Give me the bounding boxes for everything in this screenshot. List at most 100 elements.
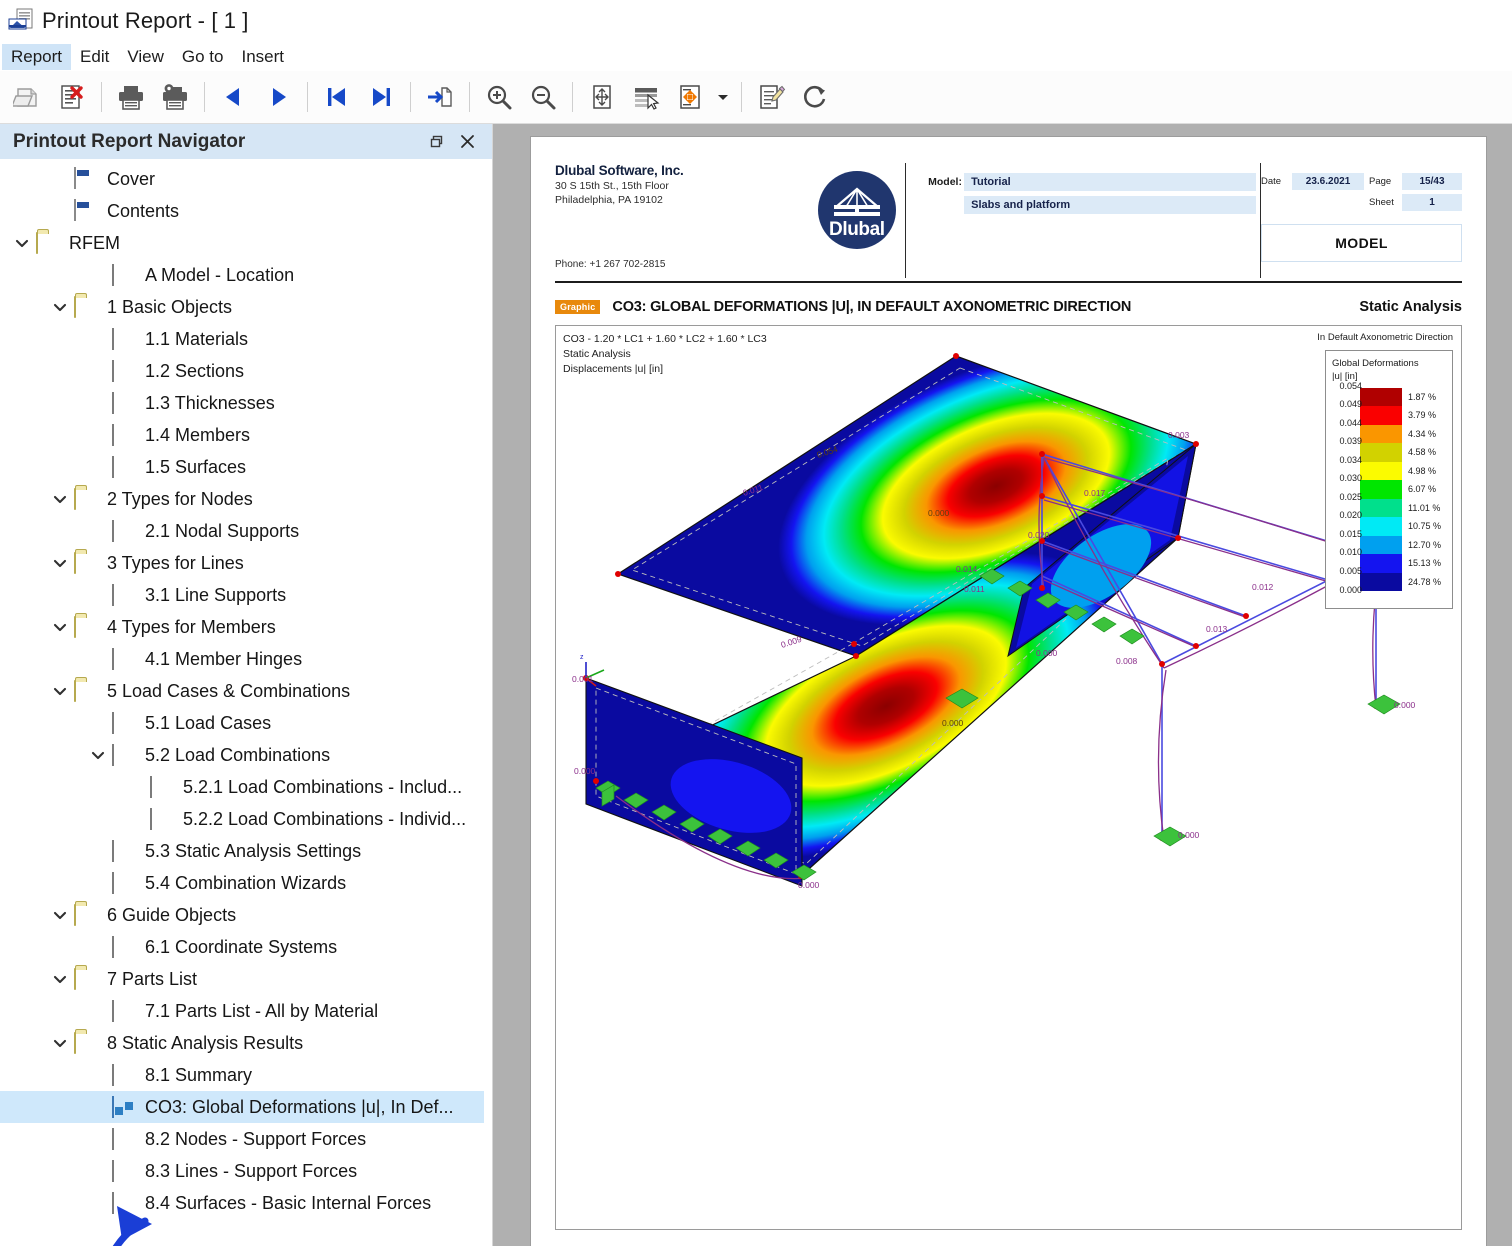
move-object-icon[interactable] xyxy=(668,75,712,119)
tree-item[interactable]: 8.3 Lines - Support Forces xyxy=(0,1155,492,1187)
menu-item-view[interactable]: View xyxy=(118,44,173,70)
tree-item[interactable]: 1.3 Thicknesses xyxy=(0,387,492,419)
tree-item-label: 2.1 Nodal Supports xyxy=(145,521,300,541)
navigator-tree[interactable]: Cover Contents RFEM A Model - Location 1 Bas… xyxy=(0,159,492,1246)
tree-item[interactable]: 2 Types for Nodes xyxy=(0,483,492,515)
tree-item[interactable]: 3.1 Line Supports xyxy=(0,579,492,611)
tree-item[interactable]: 8 Static Analysis Results xyxy=(0,1027,492,1059)
legend-color-swatch xyxy=(1360,572,1402,592)
print-settings-icon[interactable] xyxy=(153,75,197,119)
tree-item-label: 5.2 Load Combinations xyxy=(145,745,331,765)
tree-item[interactable]: 6 Guide Objects xyxy=(0,899,492,931)
legend-percent-label: 10.75 % xyxy=(1408,521,1442,532)
tree-item[interactable]: 8.4 Surfaces - Basic Internal Forces xyxy=(0,1187,492,1219)
report-header: Dlubal Software, Inc. 30 S 15th St., 15t… xyxy=(555,163,1463,278)
restore-window-icon[interactable] xyxy=(422,128,452,156)
tree-item[interactable]: 1.2 Sections xyxy=(0,355,492,387)
window-title: Printout Report - [ 1 ] xyxy=(42,8,249,33)
table-icon xyxy=(112,1192,136,1214)
expand-collapse-chevron-icon[interactable] xyxy=(46,491,74,507)
folder-icon xyxy=(74,904,98,926)
table-icon xyxy=(112,936,136,958)
svg-text:0.000: 0.000 xyxy=(798,880,820,890)
select-rows-icon[interactable] xyxy=(624,75,668,119)
tree-item[interactable]: 7.1 Parts List - All by Material xyxy=(0,995,492,1027)
go-to-page-icon[interactable] xyxy=(418,75,462,119)
tree-item[interactable]: 5.4 Combination Wizards xyxy=(0,867,492,899)
expand-collapse-chevron-icon[interactable] xyxy=(46,683,74,699)
first-page-icon[interactable] xyxy=(315,75,359,119)
previous-page-icon[interactable] xyxy=(212,75,256,119)
menu-item-report[interactable]: Report xyxy=(2,43,72,70)
tree-item[interactable]: 7 Parts List xyxy=(0,963,492,995)
tree-item[interactable]: 1 Basic Objects xyxy=(0,291,492,323)
expand-collapse-chevron-icon[interactable] xyxy=(46,619,74,635)
tree-item[interactable]: 5.2 Load Combinations xyxy=(0,739,492,771)
legend-color-swatch xyxy=(1360,443,1402,462)
tree-item[interactable]: Cover xyxy=(0,163,492,195)
expand-collapse-chevron-icon[interactable] xyxy=(46,1035,74,1051)
report-page: Dlubal Software, Inc. 30 S 15th St., 15t… xyxy=(531,137,1486,1246)
folder-icon xyxy=(36,232,60,254)
next-page-icon[interactable] xyxy=(256,75,300,119)
tree-item[interactable]: 2.1 Nodal Supports xyxy=(0,515,492,547)
tree-item[interactable]: 3 Types for Lines xyxy=(0,547,492,579)
expand-collapse-chevron-icon[interactable] xyxy=(46,555,74,571)
company-name: Dlubal Software, Inc. xyxy=(555,163,684,178)
tree-item[interactable]: 6.1 Coordinate Systems xyxy=(0,931,492,963)
tree-item[interactable]: Contents xyxy=(0,195,492,227)
fit-page-icon[interactable] xyxy=(580,75,624,119)
navigator-header: Printout Report Navigator xyxy=(0,124,492,159)
zoom-out-icon[interactable] xyxy=(521,75,565,119)
legend-tick-label: 0.015 xyxy=(1339,528,1362,539)
last-page-icon[interactable] xyxy=(359,75,403,119)
expand-collapse-chevron-icon[interactable] xyxy=(84,747,112,763)
refresh-icon[interactable] xyxy=(793,75,837,119)
expand-collapse-chevron-icon[interactable] xyxy=(8,235,36,251)
legend-tick-label: 0.030 xyxy=(1339,473,1362,484)
tree-item[interactable]: 1.4 Members xyxy=(0,419,492,451)
table-icon xyxy=(112,744,136,766)
tree-item[interactable]: 5.2.2 Load Combinations - Individ... xyxy=(0,803,492,835)
expand-collapse-chevron-icon[interactable] xyxy=(46,299,74,315)
page-label: Page xyxy=(1369,176,1392,187)
tree-item[interactable]: 8.1 Summary xyxy=(0,1059,492,1091)
tree-item[interactable]: 5.3 Static Analysis Settings xyxy=(0,835,492,867)
sheet-value: 1 xyxy=(1402,194,1463,211)
dropdown-chevron-icon[interactable] xyxy=(712,75,734,119)
tree-item[interactable]: 5.2.1 Load Combinations - Includ... xyxy=(0,771,492,803)
tree-item[interactable]: RFEM xyxy=(0,227,492,259)
open-report-icon[interactable] xyxy=(6,75,50,119)
tree-item[interactable]: CO3: Global Deformations |u|, In Def... xyxy=(0,1091,484,1123)
tree-item[interactable]: 5.1 Load Cases xyxy=(0,707,492,739)
close-icon[interactable] xyxy=(452,128,482,156)
menu-item-edit[interactable]: Edit xyxy=(71,44,118,70)
print-icon[interactable] xyxy=(109,75,153,119)
tree-item[interactable]: 5 Load Cases & Combinations xyxy=(0,675,492,707)
document-preview-pane[interactable]: Dlubal Software, Inc. 30 S 15th St., 15t… xyxy=(493,124,1512,1246)
tree-item[interactable]: 4.1 Member Hinges xyxy=(0,643,492,675)
svg-text:0.000: 0.000 xyxy=(942,718,964,728)
tree-item-label: 8 Static Analysis Results xyxy=(107,1033,304,1053)
svg-text:0.000: 0.000 xyxy=(1036,648,1058,658)
tree-item-label: Contents xyxy=(107,201,180,221)
tree-item[interactable]: 4 Types for Members xyxy=(0,611,492,643)
tree-item[interactable]: A Model - Location xyxy=(0,259,492,291)
tree-item[interactable]: 1.1 Materials xyxy=(0,323,492,355)
tree-item-label: 1.1 Materials xyxy=(145,329,249,349)
svg-text:0.011: 0.011 xyxy=(964,584,985,594)
zoom-in-icon[interactable] xyxy=(477,75,521,119)
menu-item-goto[interactable]: Go to xyxy=(173,44,233,70)
cover-page-icon xyxy=(74,167,98,190)
toolbar xyxy=(0,71,1512,124)
expand-collapse-chevron-icon[interactable] xyxy=(46,907,74,923)
model-info-block: Model: Tutorial Slabs and platform xyxy=(906,163,1257,278)
tree-item-label: 4 Types for Members xyxy=(107,617,276,637)
delete-report-icon[interactable] xyxy=(50,75,94,119)
tree-item-label: 7 Parts List xyxy=(107,969,198,989)
expand-collapse-chevron-icon[interactable] xyxy=(46,971,74,987)
tree-item[interactable]: 1.5 Surfaces xyxy=(0,451,492,483)
tree-item[interactable]: 8.2 Nodes - Support Forces xyxy=(0,1123,492,1155)
menu-item-insert[interactable]: Insert xyxy=(232,44,293,70)
edit-report-icon[interactable] xyxy=(749,75,793,119)
